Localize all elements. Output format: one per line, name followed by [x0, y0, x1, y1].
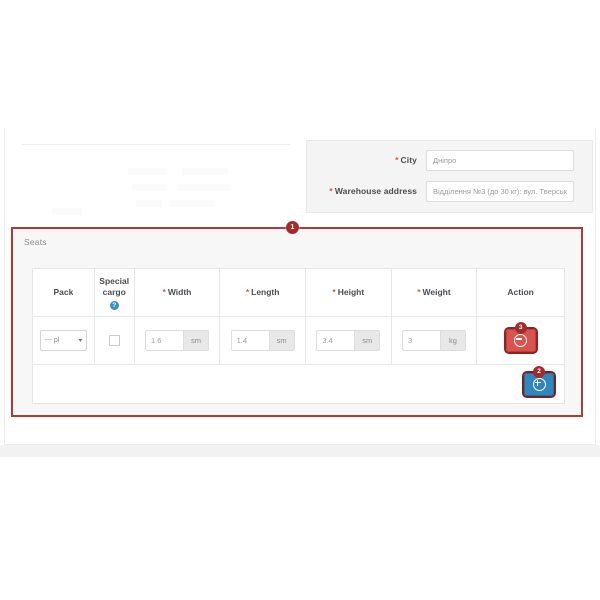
cell-weight: 3 kg [391, 317, 478, 365]
pack-select[interactable]: --- pl ▾ [39, 330, 87, 351]
chevron-down-icon: ▾ [78, 338, 83, 344]
column-header-pack-label: Pack [53, 287, 74, 297]
column-header-weight-label: Weight [422, 287, 451, 297]
left-form-region [10, 130, 295, 218]
cell-length: 1.4 sm [220, 317, 306, 365]
warehouse-address-label: * Warehouse address [307, 186, 426, 196]
column-header-length: * Length [220, 269, 306, 317]
height-input[interactable]: 3.4 [316, 330, 355, 351]
remove-seat-badge: 3 [514, 322, 527, 334]
width-unit: sm [182, 330, 209, 351]
city-label-text: City [400, 155, 417, 165]
weight-input[interactable]: 3 [401, 330, 440, 351]
form-divider [22, 144, 290, 145]
warehouse-address-label-text: Warehouse address [334, 186, 417, 196]
annotation-marker-1: 1 [286, 221, 299, 234]
ghost-text [170, 200, 214, 207]
cell-pack: --- pl ▾ [33, 317, 95, 365]
required-asterisk: * [395, 155, 399, 165]
cell-add-action: 2 [33, 365, 564, 403]
table-footer-row: 2 [33, 365, 564, 403]
seats-table: Pack Special cargo ? * Width * Length * Hei… [32, 268, 565, 404]
required-asterisk: * [329, 186, 333, 196]
page-bottom-strip [0, 445, 600, 457]
weight-input-group: 3 kg [401, 330, 466, 351]
width-input-group: 1.6 sm [144, 330, 209, 351]
column-header-weight: * Weight [391, 269, 478, 317]
height-input-group: 3.4 sm [316, 330, 381, 351]
column-header-height: * Height [305, 269, 392, 317]
column-header-length-label: Length [251, 287, 280, 297]
page-root: * City Дніпро * Warehouse address Відділен… [0, 0, 600, 600]
column-header-special-cargo: Special cargo ? [94, 269, 135, 317]
column-header-special-cargo-label: Special cargo [99, 275, 130, 297]
column-header-action-label: Action [507, 287, 534, 297]
plus-icon [532, 377, 546, 391]
column-header-width-label: Width [167, 287, 192, 297]
column-header-width: * Width [134, 269, 221, 317]
column-header-pack: Pack [33, 269, 95, 317]
seats-panel: Seats Pack Special cargo ? * Width * Lengt… [11, 227, 583, 417]
weight-unit: kg [439, 330, 466, 351]
shipping-address-panel: * City Дніпро * Warehouse address Відділен… [306, 140, 593, 213]
ghost-text [178, 184, 230, 191]
form-row-warehouse-address: * Warehouse address Відділення №3 (до 30 … [307, 175, 592, 207]
column-header-height-label: Height [337, 287, 365, 297]
length-input-group: 1.4 sm [230, 330, 295, 351]
form-row-city: * City Дніпро [307, 144, 592, 176]
required-asterisk: * [245, 287, 250, 297]
required-asterisk: * [332, 287, 336, 297]
cell-action: 3 [477, 317, 564, 365]
ghost-text [182, 168, 228, 175]
remove-seat-button[interactable]: 3 [503, 322, 538, 354]
add-seat-badge: 2 [533, 365, 545, 378]
required-asterisk: * [417, 287, 421, 297]
city-input[interactable]: Дніпро [426, 149, 574, 171]
cell-width: 1.6 sm [134, 317, 221, 365]
column-header-action: Action [477, 269, 564, 317]
ghost-text [136, 200, 162, 207]
cell-height: 3.4 sm [305, 317, 392, 365]
width-input[interactable]: 1.6 [144, 330, 183, 351]
warehouse-address-input[interactable]: Відділення №3 (до 30 кг): вул. Тверськ [426, 180, 574, 202]
add-seat-button[interactable]: 2 [522, 365, 556, 398]
length-unit: sm [268, 330, 295, 351]
cell-special-cargo [94, 317, 135, 365]
length-input[interactable]: 1.4 [230, 330, 269, 351]
city-label: * City [307, 155, 426, 165]
table-header-row: Pack Special cargo ? * Width * Length * Hei… [33, 269, 564, 317]
ghost-text [52, 208, 82, 215]
table-row: --- pl ▾ 1.6 sm 1.4 sm 3.4 sm 3 kg 3 [33, 317, 564, 365]
pack-select-value: --- pl [44, 337, 60, 344]
special-cargo-checkbox[interactable] [108, 335, 120, 346]
minus-icon [514, 334, 528, 347]
height-unit: sm [354, 330, 381, 351]
ghost-text [132, 184, 166, 191]
required-asterisk: * [162, 287, 166, 297]
seats-title: Seats [24, 237, 47, 247]
ghost-text [128, 168, 166, 175]
info-icon[interactable]: ? [109, 300, 119, 310]
